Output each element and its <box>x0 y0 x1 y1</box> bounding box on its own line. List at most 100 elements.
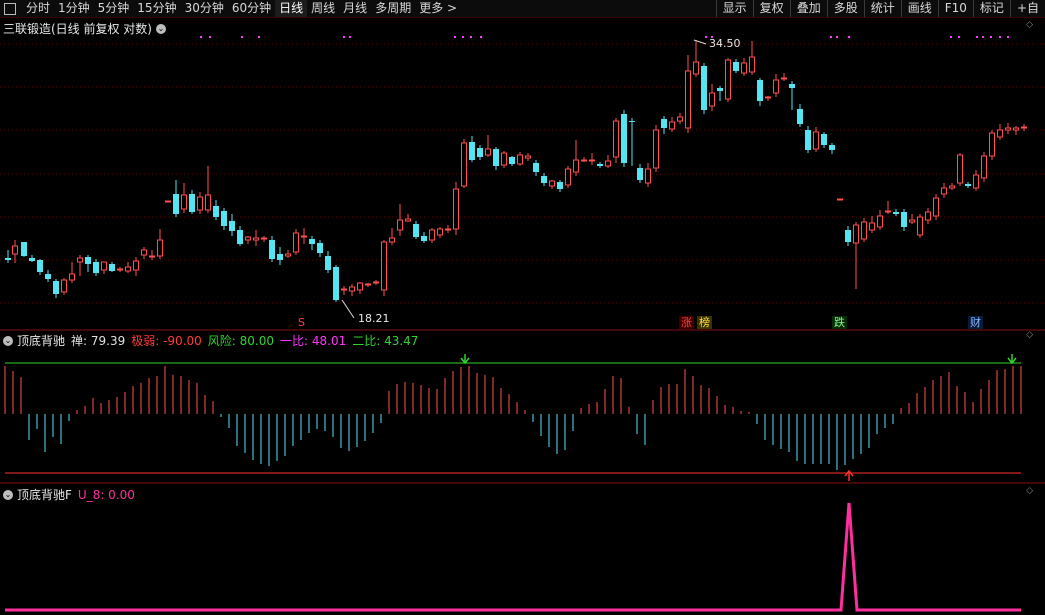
candle-body <box>1013 127 1019 131</box>
marker-dot <box>999 36 1001 38</box>
signal-line <box>5 502 1021 612</box>
candle-body <box>885 210 891 213</box>
candle-body <box>533 163 539 172</box>
marker-dot <box>1007 36 1009 38</box>
candle-body <box>829 145 835 150</box>
indicator2-lines <box>5 502 1021 612</box>
candle-body <box>125 266 131 272</box>
candle-body <box>421 236 427 241</box>
candle-body <box>61 279 67 293</box>
candle-body <box>173 194 179 214</box>
candle-body <box>309 239 315 244</box>
candle-body <box>893 212 899 214</box>
candle-body <box>141 249 147 256</box>
diamond-icon[interactable]: ◇ <box>1026 330 1033 340</box>
candle-body <box>781 77 787 80</box>
marker-dot <box>462 36 464 38</box>
candle-body <box>197 196 203 211</box>
candle-body <box>661 119 667 128</box>
candle-body <box>685 70 691 129</box>
indicator2-values: U_8: 0.00 <box>78 488 141 502</box>
marker-dot <box>950 36 952 38</box>
chevron-down-icon[interactable]: ⌄ <box>3 335 13 346</box>
candle-body <box>853 224 859 244</box>
main-panel-header: 三联锻造(日线 前复权 对数) ⌄ <box>3 20 170 37</box>
candle-body <box>333 267 339 300</box>
candle-body <box>805 130 811 150</box>
candle-body <box>413 224 419 237</box>
candle-body <box>85 257 91 264</box>
candle-body <box>933 197 939 217</box>
candle-body <box>269 240 275 259</box>
candle-body <box>637 168 643 180</box>
candle-body <box>221 211 227 226</box>
candle-body <box>653 129 659 169</box>
candle-body <box>613 120 619 158</box>
candle-body <box>877 215 883 228</box>
candle-body <box>1021 126 1027 129</box>
candle-body <box>973 174 979 189</box>
event-tag-bang[interactable]: 榜 <box>697 316 712 329</box>
candle-body <box>557 182 563 189</box>
candle-body <box>77 257 83 263</box>
marker-dot <box>454 36 456 38</box>
candles <box>5 39 1027 319</box>
candle-body <box>365 283 371 286</box>
candle-body <box>997 129 1003 138</box>
diamond-icon[interactable]: ◇ <box>1026 20 1033 30</box>
indicator2-header: ⌄ 顶底背驰F U_8: 0.00 <box>3 486 141 503</box>
marker-dot <box>470 36 472 38</box>
candle-body <box>69 273 75 281</box>
diamond-icon[interactable]: ◇ <box>1026 486 1033 496</box>
candle-body <box>965 184 971 186</box>
chevron-down-icon[interactable]: ⌄ <box>156 23 166 34</box>
candle-body <box>429 229 435 241</box>
indicator1-name: 顶底背驰 <box>17 334 66 348</box>
candle-body <box>397 219 403 231</box>
candle-body <box>149 255 155 258</box>
candle-body <box>341 288 347 291</box>
candle-body <box>861 221 867 240</box>
indicator1-values: 禅: 79.39 极弱: -90.00 风险: 80.00 一比: 48.01 二比: … <box>71 332 424 349</box>
candle-body <box>277 254 283 260</box>
marker-dot <box>258 36 260 38</box>
candle-body <box>325 256 331 270</box>
candle-body <box>733 62 739 71</box>
marker-dot <box>848 36 850 38</box>
indicator1-value-4: 二比: 43.47 <box>352 334 419 348</box>
candle-body <box>317 243 323 253</box>
candle-body <box>589 159 595 162</box>
candle-body <box>1005 127 1011 131</box>
indicator1-value-2: 风险: 80.00 <box>207 334 274 348</box>
candle-body <box>909 219 915 223</box>
candle-body <box>989 132 995 157</box>
candle-body <box>117 268 123 271</box>
candle-body <box>357 282 363 291</box>
event-tag-zhang[interactable]: 涨 <box>679 316 694 329</box>
candle-body <box>501 152 507 166</box>
candle-body <box>565 168 571 186</box>
candle-body <box>629 121 635 122</box>
candle-body <box>485 148 491 156</box>
candle-body <box>93 262 99 273</box>
event-tag-die[interactable]: 跌 <box>832 316 847 329</box>
candle-body <box>445 228 451 231</box>
candle-body <box>837 198 843 201</box>
candle-body <box>797 109 803 124</box>
candle-body <box>845 230 851 242</box>
candle-body <box>517 154 523 165</box>
marker-dot <box>830 36 832 38</box>
event-tag-cai[interactable]: 财 <box>968 316 983 329</box>
candle-body <box>165 200 171 203</box>
candle-body <box>29 258 35 261</box>
candle-body <box>453 188 459 230</box>
kline-chart[interactable] <box>0 0 1045 615</box>
candle-body <box>181 194 187 210</box>
candle-body <box>493 149 499 166</box>
event-tag-s[interactable]: S <box>296 316 307 329</box>
chevron-down-icon[interactable]: ⌄ <box>3 489 13 500</box>
marker-dot <box>982 36 984 38</box>
candle-body <box>205 194 211 211</box>
candle-body <box>301 235 307 238</box>
marker-dot <box>976 36 978 38</box>
